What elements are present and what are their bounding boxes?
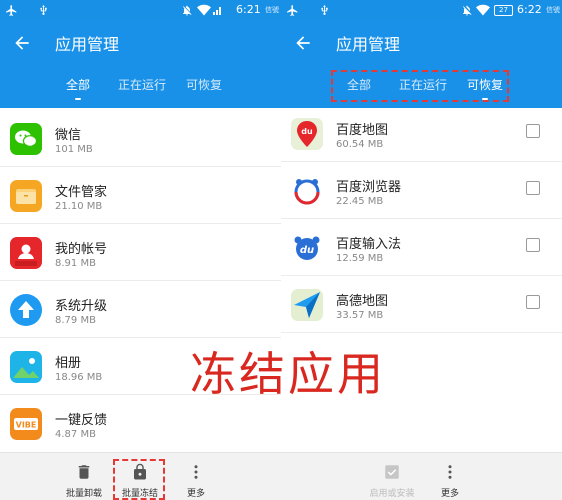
status-time: 6:21 (236, 3, 261, 16)
left-screen: 6:21 信號 应用管理 全部 正在运行 可恢复 微信 101 MB 文件管家 … (0, 0, 281, 500)
tab-recoverable[interactable]: 可恢复 (186, 76, 222, 93)
page-title: 应用管理 (336, 35, 401, 54)
checkmark-icon (385, 465, 399, 479)
trash-icon (78, 465, 90, 479)
back-arrow-icon[interactable] (293, 33, 313, 53)
app-size: 12.59 MB (336, 253, 384, 264)
baidu-input-icon: du (291, 232, 323, 264)
more-button[interactable]: 更多 (180, 453, 212, 500)
more-vertical-icon (194, 465, 198, 479)
highlight-box-batch-freeze (113, 459, 165, 500)
enable-or-install-label: 启用或安装 (369, 489, 415, 499)
status-bar: 27 6:22 信號 (281, 0, 562, 21)
mute-icon (183, 5, 192, 16)
highlight-box-tabs (331, 70, 509, 102)
mute-icon (463, 5, 472, 16)
active-tab-indicator (75, 98, 81, 100)
list-item[interactable]: 我的帐号 8.91 MB (0, 224, 281, 281)
svg-text:VIBE: VIBE (16, 421, 37, 430)
app-size: 60.54 MB (336, 139, 384, 150)
app-name: 相册 (55, 356, 82, 371)
list-item[interactable]: 高德地图 33.57 MB (281, 276, 562, 333)
status-carrier-note: 信號 (546, 6, 560, 14)
more-button[interactable]: 更多 (434, 453, 466, 500)
app-size: 4.87 MB (55, 429, 96, 440)
app-name: 一键反馈 (55, 413, 108, 428)
airplane-mode-icon (287, 5, 298, 16)
app-size: 101 MB (55, 144, 93, 155)
enable-or-install-button[interactable]: 启用或安装 (363, 453, 421, 500)
baidu-browser-icon (291, 175, 323, 207)
page-title: 应用管理 (55, 35, 120, 54)
batch-uninstall-button[interactable]: 批量卸载 (62, 453, 106, 500)
svg-text:du: du (300, 245, 314, 256)
list-item[interactable]: 文件管家 21.10 MB (0, 167, 281, 224)
more-vertical-icon (448, 465, 452, 479)
app-size: 18.96 MB (55, 372, 103, 383)
wifi-icon (476, 4, 490, 16)
more-label: 更多 (186, 489, 205, 499)
batch-uninstall-label: 批量卸载 (65, 489, 102, 499)
app-size: 22.45 MB (336, 196, 384, 207)
list-item[interactable]: 百度浏览器 22.45 MB (281, 162, 562, 219)
freeze-app-annotation: 冻结应用 (190, 347, 386, 401)
vibe-feedback-icon: VIBE (10, 408, 42, 440)
battery-icon: 27 (494, 5, 513, 16)
status-bar: 6:21 信號 (0, 0, 281, 21)
list-item[interactable]: 系统升级 8.79 MB (0, 281, 281, 338)
wifi-icon (197, 4, 211, 16)
gallery-icon (10, 351, 42, 383)
select-checkbox[interactable] (526, 124, 540, 138)
airplane-mode-icon (6, 5, 17, 16)
signal-icon (213, 7, 221, 15)
select-checkbox[interactable] (526, 238, 540, 252)
list-item[interactable]: du 百度地图 60.54 MB (281, 105, 562, 162)
bottom-action-bar: 启用或安装 更多 (281, 452, 562, 500)
app-bar: 应用管理 全部 正在运行 可恢复 (0, 21, 281, 108)
app-name: 文件管家 (55, 185, 108, 200)
app-name: 高德地图 (336, 294, 389, 309)
back-arrow-icon[interactable] (12, 33, 32, 53)
app-size: 21.10 MB (55, 201, 103, 212)
list-item[interactable]: 微信 101 MB (0, 110, 281, 167)
app-name: 百度输入法 (336, 237, 402, 252)
more-label: 更多 (440, 489, 459, 499)
app-size: 33.57 MB (336, 310, 384, 321)
app-size: 8.91 MB (55, 258, 96, 269)
right-screen: 27 6:22 信號 应用管理 全部 正在运行 可恢复 du 百度地图 60.5… (281, 0, 562, 500)
app-name: 我的帐号 (55, 242, 108, 257)
app-size: 8.79 MB (55, 315, 96, 326)
wechat-icon (10, 123, 42, 155)
app-name: 系统升级 (55, 299, 108, 314)
folder-icon (10, 180, 42, 212)
svg-text:du: du (301, 127, 313, 136)
app-name: 百度地图 (336, 123, 389, 138)
app-name: 百度浏览器 (336, 180, 402, 195)
tab-all[interactable]: 全部 (66, 76, 90, 93)
usb-icon (321, 4, 328, 15)
tab-running[interactable]: 正在运行 (118, 76, 166, 93)
app-name: 微信 (55, 128, 82, 143)
list-item[interactable]: du 百度输入法 12.59 MB (281, 219, 562, 276)
amap-icon (291, 289, 323, 321)
upgrade-icon (10, 294, 42, 326)
baidu-map-icon: du (291, 118, 323, 150)
status-time: 6:22 (517, 3, 542, 16)
lenovo-account-icon (10, 237, 42, 269)
status-carrier-note: 信號 (265, 6, 279, 14)
usb-icon (40, 4, 47, 15)
app-bar: 应用管理 全部 正在运行 可恢复 (281, 21, 562, 108)
select-checkbox[interactable] (526, 181, 540, 195)
select-checkbox[interactable] (526, 295, 540, 309)
